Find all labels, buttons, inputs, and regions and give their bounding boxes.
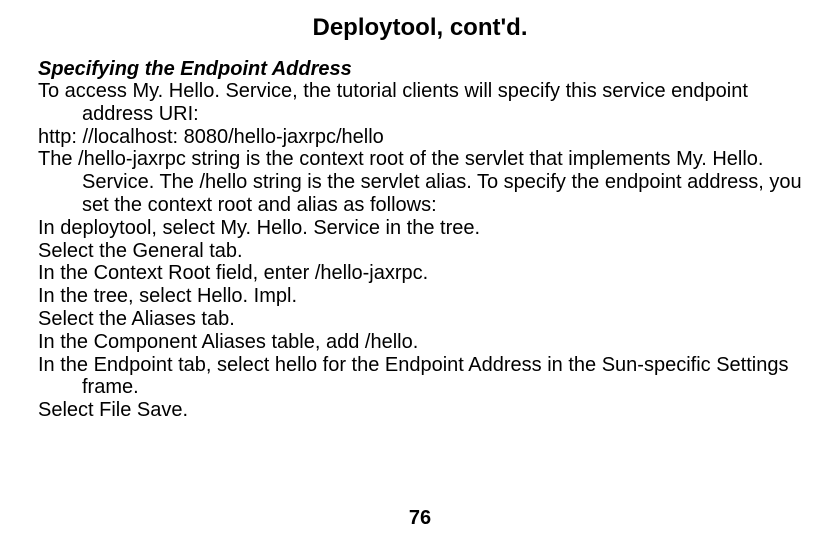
body-paragraph: Select the Aliases tab.: [38, 308, 802, 331]
slide-body: Specifying the Endpoint Address To acces…: [38, 58, 802, 422]
body-paragraph: To access My. Hello. Service, the tutori…: [38, 80, 802, 126]
page-number: 76: [0, 507, 840, 530]
body-paragraph: In the Component Aliases table, add /hel…: [38, 331, 802, 354]
body-paragraph: In deploytool, select My. Hello. Service…: [38, 217, 802, 240]
body-paragraph: Select the General tab.: [38, 240, 802, 263]
slide: Deploytool, cont'd. Specifying the Endpo…: [0, 0, 840, 540]
body-paragraph: Select File Save.: [38, 399, 802, 422]
body-paragraph: The /hello-jaxrpc string is the context …: [38, 148, 802, 216]
body-paragraph: http: //localhost: 8080/hello-jaxrpc/hel…: [38, 126, 802, 149]
body-paragraph: In the Context Root field, enter /hello-…: [38, 262, 802, 285]
body-paragraph: In the Endpoint tab, select hello for th…: [38, 354, 802, 400]
section-subheading: Specifying the Endpoint Address: [38, 58, 802, 80]
body-paragraph: In the tree, select Hello. Impl.: [38, 285, 802, 308]
slide-title: Deploytool, cont'd.: [38, 14, 802, 42]
